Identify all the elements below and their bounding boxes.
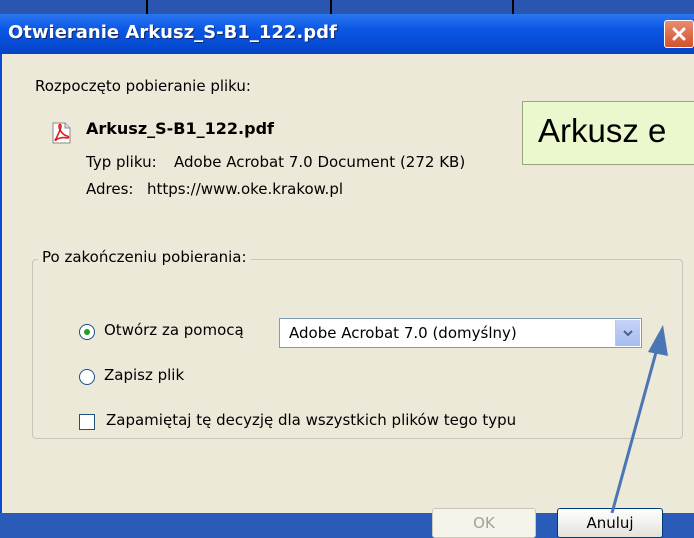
window-title: Otwieranie Arkusz_S-B1_122.pdf [8,22,337,43]
file-name: Arkusz_S-B1_122.pdf [86,119,274,138]
dropdown-button[interactable] [615,320,640,346]
open-with-label[interactable]: Otwórz za pomocą [104,321,244,339]
file-address-value: https://www.oke.krakow.pl [147,180,344,198]
remember-choice-label[interactable]: Zapamiętaj tę decyzję dla wszystkich pli… [106,411,516,429]
after-download-group-title: Po zakończeniu pobierania: [38,248,251,266]
column-divider [330,0,332,14]
file-type-label: Typ pliku: [86,153,157,171]
open-with-application-value: Adobe Acrobat 7.0 (domyślny) [289,324,517,342]
open-with-application-select[interactable]: Adobe Acrobat 7.0 (domyślny) [279,318,642,348]
close-icon [672,27,686,41]
download-dialog: Otwieranie Arkusz_S-B1_122.pdf Rozpoczęt… [0,14,694,538]
background-spreadsheet-strip [0,0,694,15]
slide-callout-box: Arkusz e [522,101,694,165]
save-file-label[interactable]: Zapisz plik [104,366,184,384]
chevron-down-icon [623,330,633,337]
close-button[interactable] [664,20,694,48]
save-file-radio[interactable] [79,369,95,385]
download-intro-text: Rozpoczęto pobieranie pliku: [35,77,251,95]
open-with-radio[interactable] [79,324,95,340]
column-divider [512,0,514,14]
file-type-value: Adobe Acrobat 7.0 Document (272 KB) [174,153,466,171]
file-address-label: Adres: [86,180,134,198]
pdf-file-icon [52,122,71,144]
remember-choice-checkbox[interactable] [79,414,95,430]
title-bar[interactable]: Otwieranie Arkusz_S-B1_122.pdf [0,14,694,54]
column-divider [146,0,148,14]
